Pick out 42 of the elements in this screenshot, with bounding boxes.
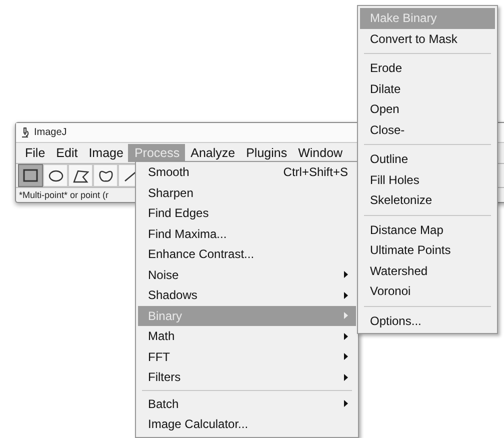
menu-item[interactable]: Distance Map — [360, 220, 495, 240]
menu-item[interactable]: Skeletonize — [360, 190, 495, 210]
menu-title[interactable]: Edit — [50, 144, 83, 162]
menu-title[interactable]: Window — [292, 144, 348, 162]
menu-item[interactable]: Dilate — [360, 78, 495, 99]
window-title: ImageJ — [34, 127, 67, 138]
tool-button[interactable] — [18, 164, 43, 187]
menu-item[interactable]: Noise — [138, 264, 356, 285]
menu-item[interactable]: Sharpen — [138, 182, 356, 203]
status-text: *Multi-point* or point (r — [19, 190, 109, 200]
menu-item[interactable]: Enhance Contrast... — [138, 244, 356, 264]
oval-tool-icon — [48, 168, 64, 182]
menu-item[interactable]: Fill Holes — [360, 170, 495, 190]
menu-item[interactable]: Find Edges — [138, 203, 356, 224]
menu-item[interactable]: Find Maxima... — [138, 224, 356, 244]
menu-item[interactable]: Options... — [360, 310, 495, 331]
menu-item[interactable]: Batch — [138, 394, 356, 414]
menu-item[interactable]: Smooth Ctrl+Shift+S — [138, 162, 356, 182]
menu-item[interactable]: Shadows — [138, 285, 356, 306]
rectangle-tool-icon — [22, 168, 38, 182]
menu-item[interactable]: Open — [360, 99, 495, 120]
menu-item[interactable]: Image Calculator... — [138, 414, 356, 434]
menu-item[interactable]: Ultimate Points — [360, 240, 495, 260]
menu-title[interactable]: Plugins — [240, 144, 292, 162]
menu-title[interactable]: File — [19, 144, 50, 162]
tool-button[interactable] — [43, 164, 68, 187]
menu-item[interactable]: Watershed — [360, 260, 495, 281]
menu-item[interactable]: Erode — [360, 58, 495, 78]
menu-item[interactable]: Close- — [360, 120, 495, 140]
tool-button[interactable] — [93, 164, 118, 187]
menu-item[interactable]: Math — [138, 326, 356, 346]
menu-title[interactable]: Image — [82, 144, 128, 162]
menu-item[interactable]: Voronoi — [360, 281, 495, 302]
menu-item[interactable]: Convert to Mask — [360, 28, 495, 49]
freehand-tool-icon — [98, 168, 114, 182]
tool-button[interactable] — [68, 164, 93, 187]
menu-item[interactable]: FFT — [138, 346, 356, 367]
menu-item[interactable]: Outline — [360, 149, 495, 170]
microscope-icon — [21, 127, 29, 138]
polygon-tool-icon — [72, 168, 88, 182]
menu-item[interactable]: Filters — [138, 367, 356, 388]
menu-title[interactable]: Analyze — [184, 144, 240, 162]
